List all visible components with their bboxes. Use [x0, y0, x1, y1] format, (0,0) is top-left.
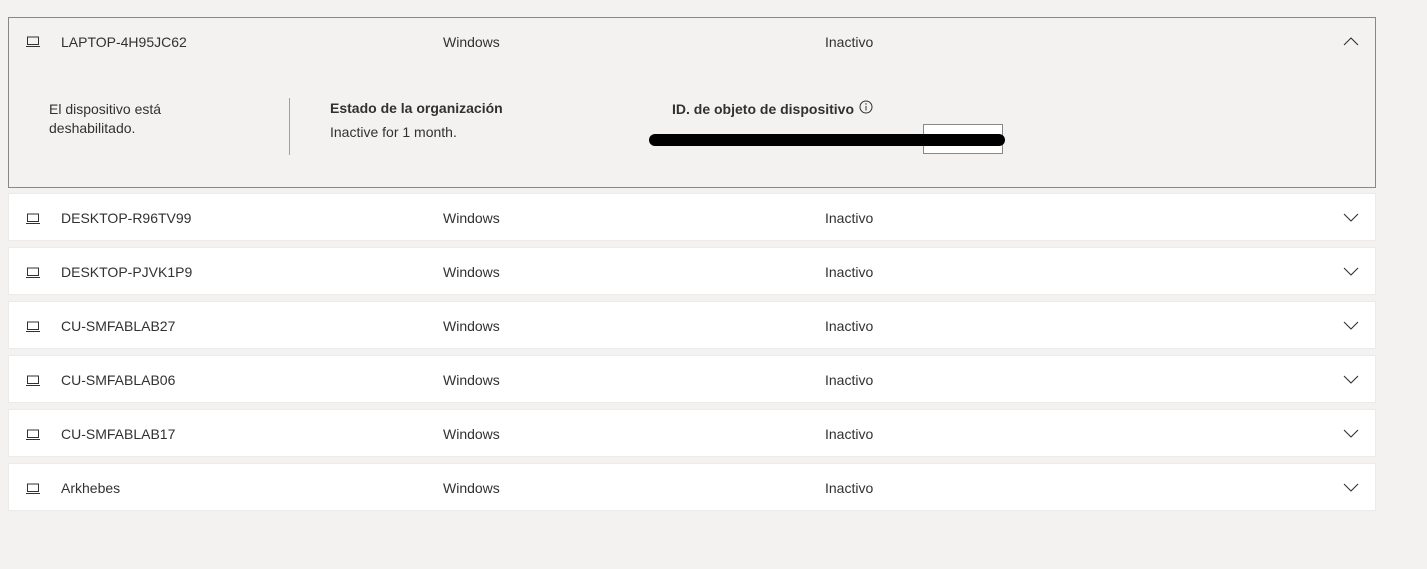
- disabled-note: El dispositivo está deshabilitado.: [49, 101, 162, 136]
- chevron-up-icon[interactable]: [1342, 33, 1360, 49]
- device-row[interactable]: DESKTOP-PJVK1P9 Windows Inactivo: [8, 247, 1376, 295]
- device-details: El dispositivo está deshabilitado. Estad…: [9, 68, 1375, 188]
- device-row[interactable]: CU-SMFABLAB17 Windows Inactivo: [8, 409, 1376, 457]
- device-name: LAPTOP-4H95JC62: [61, 34, 187, 50]
- chevron-down-icon[interactable]: [1342, 209, 1360, 225]
- chevron-down-icon[interactable]: [1342, 371, 1360, 387]
- device-row[interactable]: CU-SMFABLAB06 Windows Inactivo: [8, 355, 1376, 403]
- laptop-icon: [26, 321, 40, 332]
- laptop-icon: [26, 267, 40, 278]
- device-os: Windows: [443, 210, 500, 226]
- device-status: Inactivo: [825, 480, 874, 496]
- device-list: LAPTOP-4H95JC62 Windows Inactivo El disp…: [8, 17, 1376, 517]
- info-icon[interactable]: [859, 100, 873, 114]
- details-divider: [289, 98, 290, 155]
- device-name: CU-SMFABLAB17: [61, 426, 176, 442]
- laptop-icon: [26, 213, 40, 224]
- org-status-label: Estado de la organización: [330, 100, 503, 116]
- device-status: Inactivo: [825, 372, 874, 388]
- laptop-icon: [26, 429, 40, 440]
- device-os: Windows: [443, 426, 500, 442]
- device-row-header[interactable]: DESKTOP-R96TV99 Windows Inactivo: [9, 194, 1375, 242]
- device-row[interactable]: DESKTOP-R96TV99 Windows Inactivo: [8, 193, 1376, 241]
- chevron-down-icon[interactable]: [1342, 425, 1360, 441]
- org-status-value: Inactive for 1 month.: [330, 124, 457, 140]
- object-id-label: ID. de objeto de dispositivo: [672, 101, 855, 117]
- device-status: Inactivo: [825, 318, 874, 334]
- device-os: Windows: [443, 264, 500, 280]
- device-status: Inactivo: [825, 426, 874, 442]
- laptop-icon: [26, 483, 40, 494]
- device-status: Inactivo: [825, 210, 874, 226]
- device-row-header[interactable]: LAPTOP-4H95JC62 Windows Inactivo: [9, 18, 1375, 68]
- device-name: CU-SMFABLAB27: [61, 318, 176, 334]
- laptop-icon: [26, 36, 40, 47]
- device-os: Windows: [443, 34, 500, 50]
- device-row-header[interactable]: CU-SMFABLAB06 Windows Inactivo: [9, 356, 1375, 404]
- device-row[interactable]: Arkhebes Windows Inactivo: [8, 463, 1376, 511]
- device-status: Inactivo: [825, 34, 874, 50]
- device-os: Windows: [443, 480, 500, 496]
- device-row-header[interactable]: CU-SMFABLAB17 Windows Inactivo: [9, 410, 1375, 458]
- chevron-down-icon[interactable]: [1342, 263, 1360, 279]
- device-row-header[interactable]: CU-SMFABLAB27 Windows Inactivo: [9, 302, 1375, 350]
- device-name: DESKTOP-R96TV99: [61, 210, 192, 226]
- device-row[interactable]: CU-SMFABLAB27 Windows Inactivo: [8, 301, 1376, 349]
- redaction-bar: [649, 134, 1005, 146]
- chevron-down-icon[interactable]: [1342, 317, 1360, 333]
- device-os: Windows: [443, 372, 500, 388]
- device-os: Windows: [443, 318, 500, 334]
- laptop-icon: [26, 375, 40, 386]
- device-name: Arkhebes: [61, 480, 121, 496]
- chevron-down-icon[interactable]: [1342, 479, 1360, 495]
- device-row-header[interactable]: Arkhebes Windows Inactivo: [9, 464, 1375, 512]
- device-status: Inactivo: [825, 264, 874, 280]
- device-name: CU-SMFABLAB06: [61, 372, 176, 388]
- device-row: LAPTOP-4H95JC62 Windows Inactivo El disp…: [8, 17, 1376, 188]
- device-row-header[interactable]: DESKTOP-PJVK1P9 Windows Inactivo: [9, 248, 1375, 296]
- device-name: DESKTOP-PJVK1P9: [61, 264, 193, 280]
